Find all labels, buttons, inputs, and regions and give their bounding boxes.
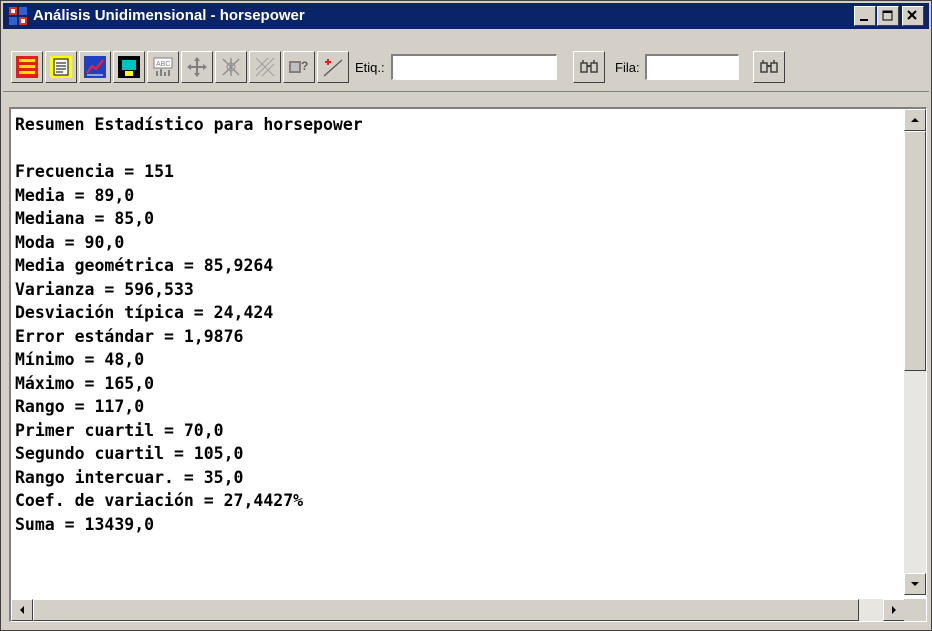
summary-line: Rango = 117,0 [15, 397, 145, 416]
fila-label: Fila: [615, 60, 640, 75]
arrow-right-icon [892, 606, 896, 614]
tables-icon [50, 56, 72, 78]
arrow-down-icon [911, 582, 919, 586]
summary-line: Media = 89,0 [15, 185, 135, 205]
summary-line: Media geométrica = 85,9264 [15, 256, 274, 275]
save-results-button[interactable] [113, 51, 145, 83]
scroll-left-button[interactable] [11, 599, 33, 621]
fila-search-button[interactable] [753, 51, 785, 83]
scroll-up-button[interactable] [904, 109, 926, 131]
summary-line: Máximo = 165,0 [15, 373, 155, 393]
help-button[interactable]: ? [283, 51, 315, 83]
input-dialog-icon [16, 56, 38, 78]
summary-line: Rango intercuar. = 35,0 [15, 467, 244, 487]
summary-text[interactable]: Resumen Estadístico para horsepower Frecu… [15, 113, 905, 593]
toolbar: ABC ? Etiq.: Fila: [3, 31, 929, 92]
help-icon: ? [289, 59, 308, 73]
summary-line: Suma = 13439,0 [15, 514, 155, 534]
close-icon [907, 10, 917, 20]
maximize-button[interactable] [877, 6, 899, 26]
horizontal-scrollbar[interactable] [11, 599, 905, 621]
pane-options-button[interactable] [249, 51, 281, 83]
summary-line: Coef. de variación = 27,4427% [15, 491, 304, 510]
summary-line: Frecuencia = 151 [15, 162, 174, 181]
svg-text:ABC: ABC [156, 61, 170, 68]
pane-options-icon [255, 57, 275, 77]
save-results-icon [118, 56, 140, 78]
graphs-icon [84, 56, 106, 78]
vertical-scroll-thumb[interactable] [904, 131, 926, 371]
search-icon [760, 60, 778, 73]
summary-line: Segundo cuartil = 105,0 [15, 444, 244, 463]
graphs-button[interactable] [79, 51, 111, 83]
minimize-icon [860, 19, 868, 21]
horizontal-scroll-thumb[interactable] [33, 599, 859, 621]
tables-button[interactable] [45, 51, 77, 83]
app-icon [9, 7, 27, 25]
summary-line [15, 137, 905, 161]
move-icon [187, 57, 207, 77]
etiq-label: Etiq.: [355, 60, 385, 75]
move-button[interactable] [181, 51, 213, 83]
summary-line: Mínimo = 48,0 [15, 350, 145, 369]
summary-line: Desviación típica = 24,424 [15, 303, 274, 322]
scroll-corner [904, 599, 926, 621]
fila-input[interactable] [645, 54, 739, 80]
window-title: Análisis Unidimensional - horsepower [33, 7, 305, 24]
etiq-input[interactable] [391, 54, 557, 80]
search-icon [580, 60, 598, 73]
analysis-options-icon [222, 58, 240, 76]
results-pane[interactable]: Resumen Estadístico para horsepower Frecu… [9, 107, 927, 622]
plot-icon [323, 59, 343, 77]
etiq-search-button[interactable] [573, 51, 605, 83]
minimize-button[interactable] [854, 6, 876, 26]
maximize-icon [882, 10, 893, 21]
arrow-up-icon [911, 118, 919, 122]
summary-line: Error estándar = 1,9876 [15, 326, 244, 346]
summary-line: Moda = 90,0 [15, 232, 125, 252]
summary-line: Primer cuartil = 70,0 [15, 420, 224, 440]
vertical-scrollbar[interactable] [904, 109, 926, 595]
close-button[interactable] [902, 6, 924, 26]
plot-button[interactable] [317, 51, 349, 83]
analysis-window: Análisis Unidimensional - horsepower ABC… [0, 0, 932, 631]
scroll-right-button[interactable] [883, 599, 905, 621]
title-bar[interactable]: Análisis Unidimensional - horsepower [3, 3, 929, 29]
analysis-options-button[interactable] [215, 51, 247, 83]
report-button[interactable]: ABC [147, 51, 179, 83]
summary-line: Mediana = 85,0 [15, 209, 155, 228]
svg-text:?: ? [301, 59, 308, 73]
summary-line: Varianza = 596,533 [15, 279, 194, 299]
scroll-down-button[interactable] [904, 573, 926, 595]
arrow-left-icon [20, 606, 24, 614]
summary-line: Resumen Estadístico para horsepower [15, 115, 363, 134]
input-dialog-button[interactable] [11, 51, 43, 83]
report-icon: ABC [153, 57, 173, 76]
